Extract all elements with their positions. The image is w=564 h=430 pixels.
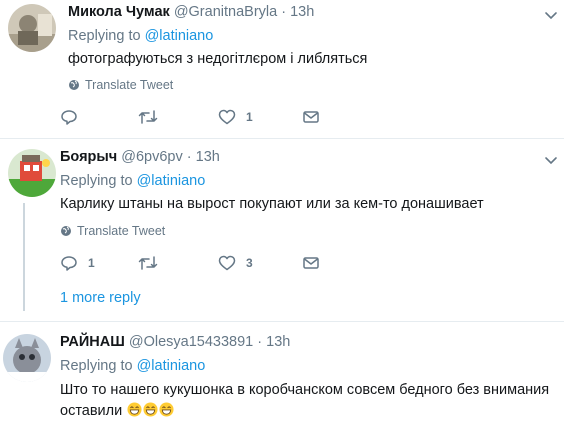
thread-dot [23, 291, 25, 295]
separator: · [281, 4, 287, 20]
retweet-icon [138, 256, 158, 270]
tweet-text-line-2: оставили [60, 401, 560, 422]
translate-tweet-button[interactable]: Translate Tweet [60, 224, 165, 238]
translate-label: Translate Tweet [77, 224, 166, 238]
reply-icon [61, 256, 77, 271]
avatar[interactable] [8, 4, 56, 52]
like-button[interactable]: 3 [218, 254, 253, 272]
tweet-3[interactable]: РАЙНАШ @Olesya15433891 · 13h Replying to… [0, 322, 564, 430]
user-handle[interactable]: @GranitnaBryla [174, 4, 277, 20]
translate-tweet-button[interactable]: Translate Tweet [68, 78, 173, 92]
tweet-text: Што то нашего кукушонка в коробчанском с… [60, 380, 560, 422]
separator: · [186, 149, 192, 165]
display-name[interactable]: Боярыч [60, 149, 117, 165]
tweet-1[interactable]: Микола Чумак @GranitnaBryla · 13h Replyi… [0, 0, 564, 133]
user-handle[interactable]: @6pv6pv [121, 149, 182, 165]
replying-to-label: Replying to [60, 173, 133, 189]
replying-to-mention[interactable]: @latiniano [137, 358, 206, 374]
message-icon [303, 257, 319, 269]
tweet-actions: 1 [60, 108, 360, 128]
direct-message-button[interactable] [302, 254, 320, 272]
retweet-button[interactable] [138, 108, 168, 126]
tweet-header: Микола Чумак @GranitnaBryla · 13h [68, 4, 314, 20]
tweet-text-line-2-text: оставили [60, 403, 123, 419]
replying-to: Replying to @latiniano [68, 28, 213, 44]
separator: · [257, 334, 263, 350]
grinning-emoji-icon [127, 402, 142, 417]
reply-count: 1 [88, 256, 95, 270]
timestamp[interactable]: 13h [196, 149, 220, 165]
replying-to-label: Replying to [60, 358, 133, 374]
tweet-actions: 1 3 [60, 254, 360, 274]
tweet-text: фотографуються з недогітлєром і либлятьс… [68, 51, 368, 67]
direct-message-button[interactable] [302, 108, 320, 126]
grinning-emoji-icon [159, 402, 174, 417]
like-icon [218, 255, 236, 271]
avatar[interactable] [3, 334, 51, 382]
replying-to-mention[interactable]: @latiniano [145, 28, 214, 44]
tweet-text: Карлику штаны на вырост покупают или за … [60, 196, 484, 212]
tweet-text-line-1: Што то нашего кукушонка в коробчанском с… [60, 382, 550, 398]
timestamp[interactable]: 13h [266, 334, 290, 350]
retweet-button[interactable] [138, 254, 168, 272]
tweet-header: Боярыч @6pv6pv · 13h [60, 149, 220, 165]
avatar[interactable] [8, 149, 56, 197]
globe-icon [61, 226, 71, 236]
chevron-down-icon[interactable] [542, 6, 560, 24]
replying-to-label: Replying to [68, 28, 141, 44]
globe-icon [69, 80, 79, 90]
like-button[interactable]: 1 [218, 108, 253, 126]
retweet-icon [138, 110, 158, 124]
display-name[interactable]: РАЙНАШ [60, 334, 125, 350]
translate-label: Translate Tweet [85, 78, 174, 92]
user-handle[interactable]: @Olesya15433891 [129, 334, 253, 350]
reply-button[interactable]: 1 [60, 254, 95, 272]
reply-icon [61, 110, 77, 125]
replying-to-mention[interactable]: @latiniano [137, 173, 206, 189]
like-count: 3 [246, 256, 253, 270]
timestamp[interactable]: 13h [290, 4, 314, 20]
more-replies-link[interactable]: 1 more reply [60, 290, 141, 306]
tweet-2[interactable]: Боярыч @6pv6pv · 13h Replying to @latini… [0, 139, 564, 319]
chevron-down-icon[interactable] [542, 151, 560, 169]
replying-to: Replying to @latiniano [60, 173, 205, 189]
like-count: 1 [246, 110, 253, 124]
message-icon [303, 111, 319, 123]
tweet-header: РАЙНАШ @Olesya15433891 · 13h [60, 334, 290, 350]
grinning-emoji-icon [143, 402, 158, 417]
like-icon [218, 109, 236, 125]
display-name[interactable]: Микола Чумак [68, 4, 170, 20]
reply-button[interactable] [60, 108, 88, 126]
replying-to: Replying to @latiniano [60, 358, 205, 374]
